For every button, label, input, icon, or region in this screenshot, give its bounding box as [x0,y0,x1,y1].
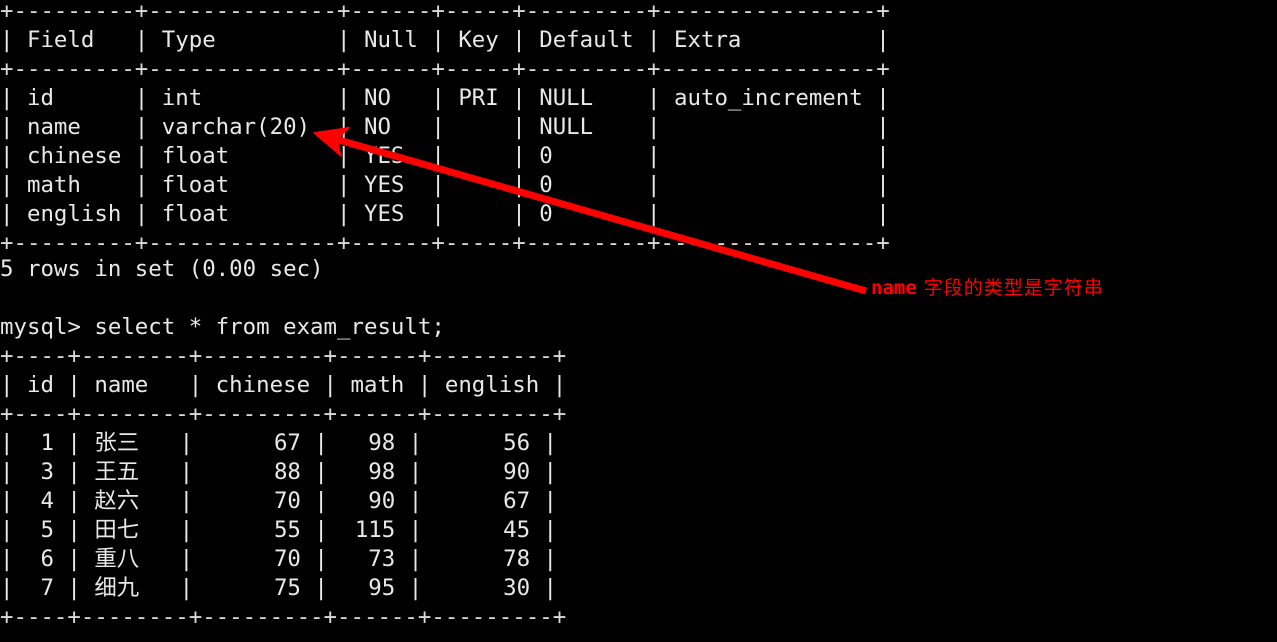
table-row: | math | float | YES | | 0 | | [0,172,890,198]
table-row: | 5 | 田七 | 55 | 115 | 45 | [0,517,558,543]
select-top-border: +----+--------+---------+------+--------… [0,343,567,369]
annotation-label: name 字段的类型是字符串 [871,276,1104,300]
select-bottom-border: +----+--------+---------+------+--------… [0,604,567,630]
table-row: | 6 | 重八 | 70 | 73 | 78 | [0,546,558,572]
describe-header-border: +---------+--------------+------+-----+-… [0,56,890,82]
describe-top-border: +---------+--------------+------+-----+-… [0,0,890,24]
describe-table-block: +---------+--------------+------+-----+-… [0,0,890,258]
annotation-label-cjk: 字段的类型是字符串 [916,277,1104,299]
select-result-block: +----+--------+---------+------+--------… [0,342,566,632]
annotation-label-latin: name [871,277,917,299]
describe-bottom-border: +---------+--------------+------+-----+-… [0,230,890,256]
row-count-status: 5 rows in set (0.00 sec) [0,256,324,282]
table-row: | 1 | 张三 | 67 | 98 | 56 | [0,430,558,456]
table-row: | name | varchar(20) | NO | | NULL | | [0,114,890,140]
table-row: | 3 | 王五 | 88 | 98 | 90 | [0,459,558,485]
terminal-window: +---------+--------------+------+-----+-… [0,0,1277,642]
select-header-border: +----+--------+---------+------+--------… [0,401,567,427]
table-row: | id | int | NO | PRI | NULL | auto_incr… [0,85,890,111]
mysql-prompt-line[interactable]: mysql> select * from exam_result; [0,313,445,342]
table-row: | 7 | 细九 | 75 | 95 | 30 | [0,575,558,601]
select-header-row: | id | name | chinese | math | english | [0,372,567,398]
describe-header-row: | Field | Type | Null | Key | Default | … [0,27,890,53]
table-row: | chinese | float | YES | | 0 | | [0,143,890,169]
table-row: | english | float | YES | | 0 | | [0,201,890,227]
table-row: | 4 | 赵六 | 70 | 90 | 67 | [0,488,558,514]
